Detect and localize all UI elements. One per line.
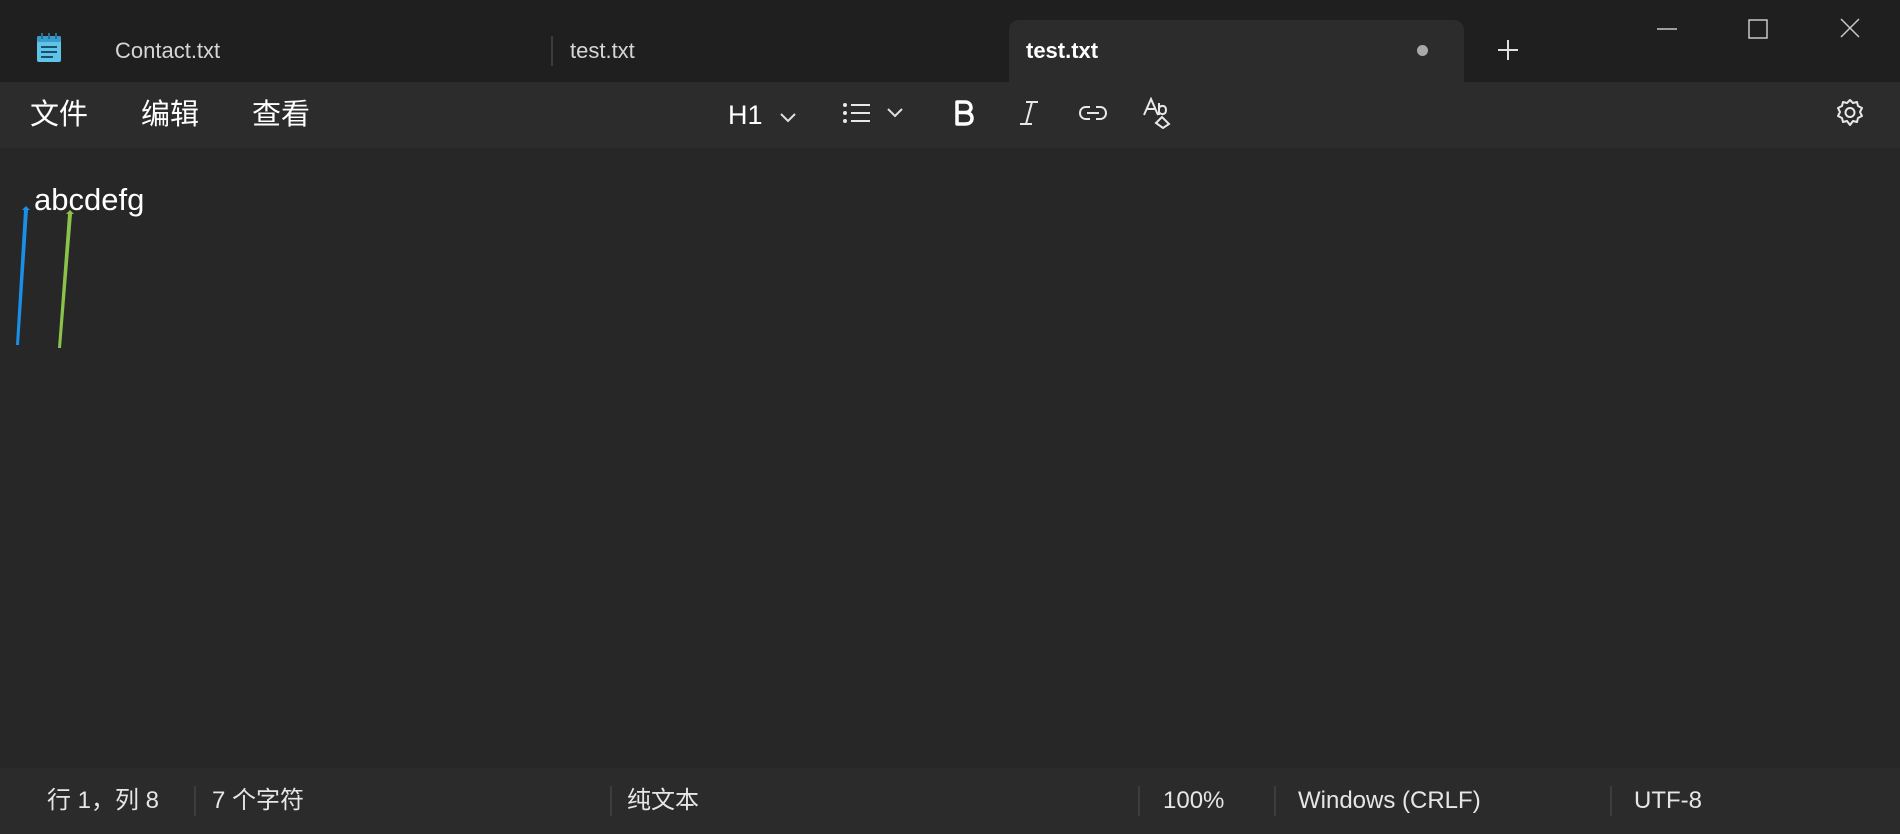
plus-icon[interactable] [1494, 36, 1522, 64]
status-bar: 行 1，列 8 7 个字符 纯文本 100% Windows (CRLF) UT… [0, 768, 1900, 834]
settings-button[interactable] [1834, 95, 1866, 135]
italic-button[interactable] [1016, 95, 1042, 135]
selection-start-handle-icon [16, 206, 30, 345]
tab-label: test.txt [1026, 38, 1099, 63]
bold-button[interactable] [952, 95, 976, 135]
menu-file[interactable]: 文件 [30, 82, 88, 148]
status-divider [1610, 786, 1612, 816]
unsaved-indicator-icon[interactable] [1417, 45, 1428, 56]
tab-divider [551, 36, 553, 66]
format-indicator[interactable]: 纯文本 [627, 768, 699, 834]
minimize-icon[interactable] [1647, 14, 1687, 44]
status-divider [1274, 786, 1276, 816]
gear-icon [1834, 97, 1866, 134]
heading-label: H1 [728, 99, 763, 130]
title-bar: Contact.txt test.txt test.txt [0, 0, 1900, 82]
tab-label: test.txt [570, 38, 635, 63]
bold-icon [952, 98, 976, 133]
close-icon[interactable] [1830, 14, 1870, 44]
heading-dropdown[interactable]: H1 [728, 95, 797, 135]
maximize-icon[interactable] [1738, 14, 1778, 44]
menu-edit[interactable]: 编辑 [141, 82, 199, 148]
tab-test-txt-active[interactable]: test.txt [1009, 20, 1464, 82]
chevron-down-icon [886, 106, 904, 124]
italic-icon [1016, 98, 1042, 133]
encoding[interactable]: UTF-8 [1634, 768, 1702, 834]
zoom-level[interactable]: 100% [1163, 768, 1224, 834]
spellcheck-icon [1142, 96, 1174, 134]
character-count: 7 个字符 [212, 787, 305, 814]
notepad-icon [36, 33, 62, 63]
link-button[interactable] [1077, 95, 1109, 135]
tab-test-txt[interactable]: test.txt [570, 20, 1000, 82]
chevron-down-icon [779, 100, 797, 131]
bullet-list-icon [842, 101, 872, 130]
menu-view[interactable]: 查看 [252, 82, 310, 148]
notepad-window: Contact.txt test.txt test.txt 文件 编辑 查看 H… [0, 0, 1900, 834]
selection-end-handle-icon [58, 210, 74, 348]
toolbar: 文件 编辑 查看 H1 [0, 82, 1900, 148]
status-divider [1138, 786, 1140, 816]
line-ending[interactable]: Windows (CRLF) [1298, 768, 1481, 834]
cursor-position: 行 1，列 8 [47, 787, 160, 814]
status-divider [610, 786, 612, 816]
selection-handles[interactable] [10, 200, 80, 360]
spellcheck-button[interactable] [1142, 95, 1174, 135]
status-divider [194, 786, 196, 816]
list-dropdown[interactable] [842, 95, 904, 135]
link-icon [1077, 101, 1109, 130]
tab-contact-txt[interactable]: Contact.txt [115, 20, 545, 82]
tab-label: Contact.txt [115, 38, 221, 63]
text-editor[interactable]: abcdefg [0, 148, 1900, 768]
